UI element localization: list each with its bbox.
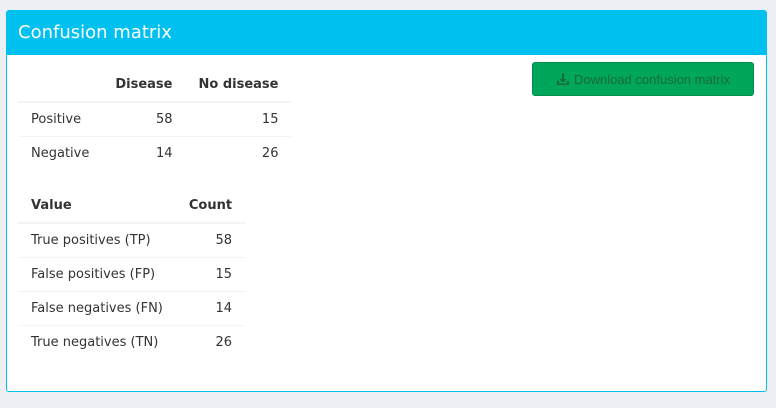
download-icon (556, 72, 570, 86)
cell-value: 58 (155, 111, 173, 127)
table-header-row: Disease No disease (18, 68, 292, 102)
cell-value: 26 (261, 145, 279, 161)
cell-value: 14 (215, 300, 233, 316)
row-label: True negatives (TN) (31, 334, 159, 350)
row-label: False positives (FP) (31, 266, 156, 282)
column-header-value: Value (31, 198, 72, 213)
table-row: False positives (FP) 15 (18, 257, 246, 291)
table-row: False negatives (FN) 14 (18, 291, 246, 325)
table-row: True positives (TP) 58 (18, 223, 246, 257)
table-row: Positive 58 15 (18, 102, 292, 136)
table-row: True negatives (TN) 26 (18, 325, 245, 359)
download-button-label: Download confusion matrix (573, 71, 731, 87)
row-label: Negative (31, 145, 90, 161)
confusion-matrix-table: Disease No disease Positive 58 15 Negati… (18, 68, 292, 170)
row-label: False negatives (FN) (31, 300, 163, 316)
column-header-count: Count (188, 198, 233, 213)
counts-table: Value Count True positives (TP) 58 False… (18, 189, 246, 359)
cell-value: 14 (155, 145, 173, 161)
row-label: True positives (TP) (31, 232, 151, 248)
column-header-no-disease: No disease (198, 77, 279, 92)
cell-value: 58 (215, 232, 233, 248)
cell-value: 26 (215, 334, 233, 350)
column-header-blank (18, 68, 102, 102)
table-row: Negative 14 26 (18, 136, 291, 170)
table-header-row: Value Count (18, 189, 246, 223)
column-header-disease: Disease (115, 77, 173, 92)
cell-value: 15 (261, 111, 279, 127)
cell-value: 15 (215, 266, 233, 282)
confusion-matrix-panel: Confusion matrix Download confusion matr… (6, 10, 767, 392)
panel-title: Confusion matrix (7, 11, 766, 55)
row-label: Positive (31, 111, 82, 127)
download-confusion-matrix-button[interactable]: Download confusion matrix (532, 62, 754, 96)
